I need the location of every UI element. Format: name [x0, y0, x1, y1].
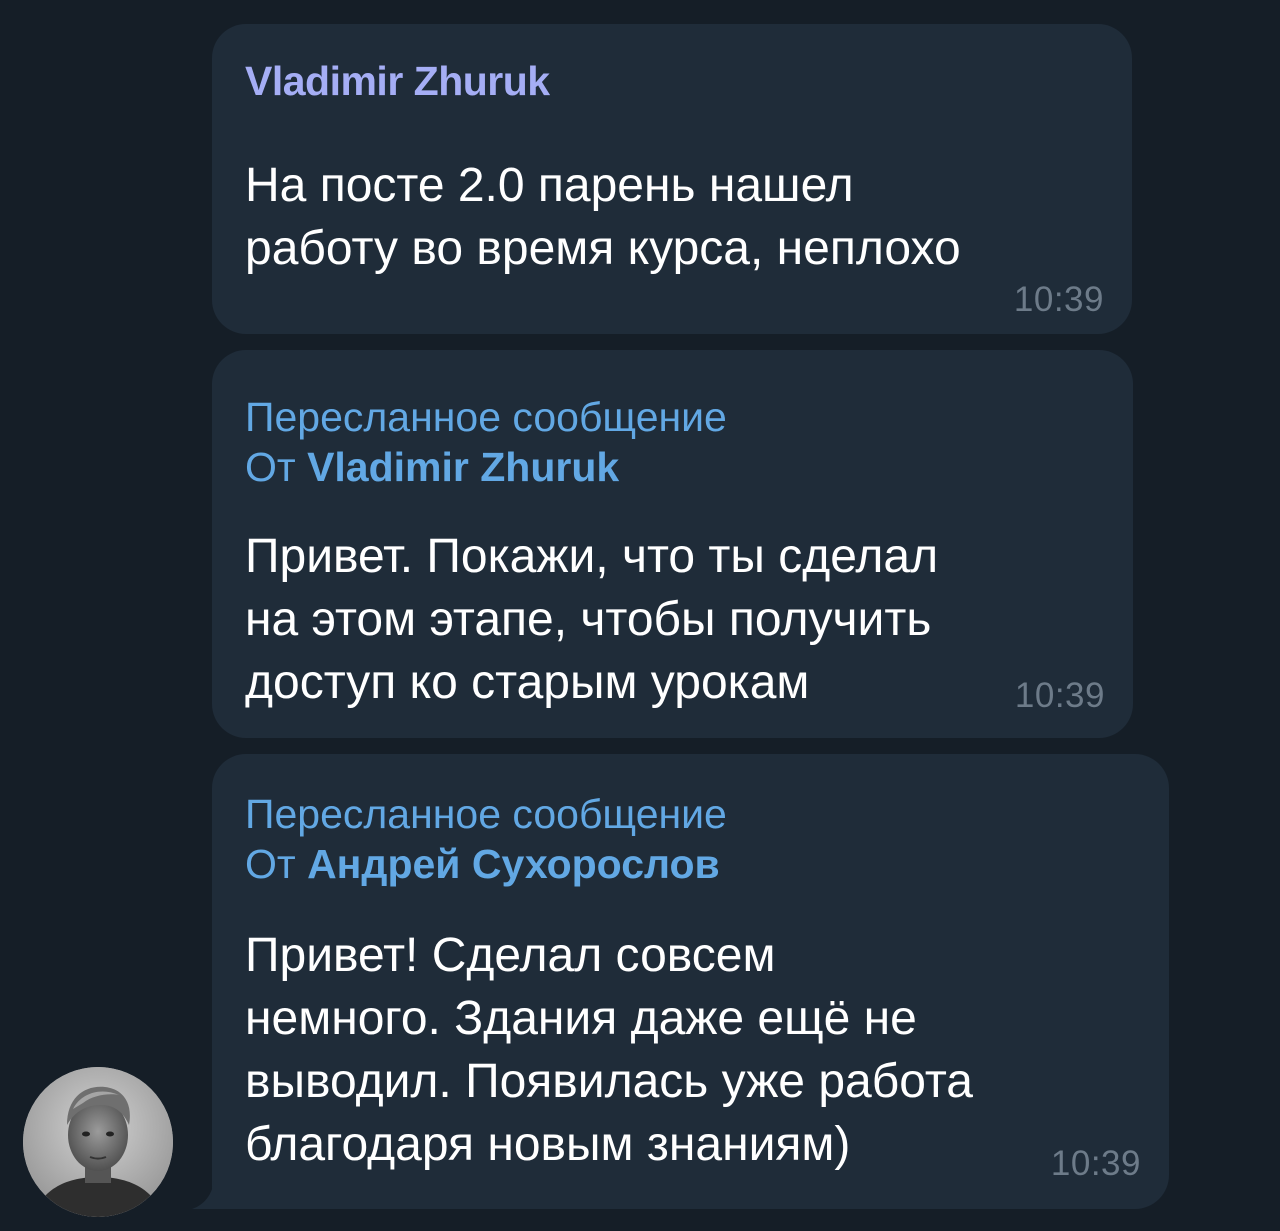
message-time: 10:39: [1014, 676, 1105, 715]
forward-from[interactable]: От Андрей Сухорослов: [245, 839, 727, 889]
message-time: 10:39: [1050, 1144, 1141, 1183]
bubble-tail: [190, 1181, 230, 1209]
forwarded-message-bubble[interactable]: Пересланное сообщение От Андрей Сухоросл…: [212, 754, 1169, 1209]
message-text: Привет! Сделал совсем немного. Здания да…: [245, 924, 973, 1176]
forward-label: Пересланное сообщение: [245, 791, 727, 837]
message-line: Привет! Сделал совсем: [245, 929, 776, 982]
message-line: выводил. Появилась уже работа: [245, 1055, 973, 1108]
message-line: благодаря новым знаниям): [245, 1118, 851, 1171]
message-line: Привет. Покажи, что ты сделал: [245, 530, 939, 583]
forward-from-prefix: От: [245, 444, 308, 490]
forwarded-message-bubble[interactable]: Пересланное сообщение От Vladimir Zhuruk…: [212, 350, 1133, 738]
forward-header: Пересланное сообщение От Vladimir Zhuruk: [245, 392, 727, 492]
forward-label: Пересланное сообщение: [245, 394, 727, 440]
user-avatar-icon[interactable]: [23, 1067, 173, 1217]
forward-from-name[interactable]: Андрей Сухорослов: [307, 841, 720, 887]
forward-from[interactable]: От Vladimir Zhuruk: [245, 442, 727, 492]
forward-from-prefix: От: [245, 841, 308, 887]
sender-name[interactable]: Vladimir Zhuruk: [245, 58, 550, 105]
message-text: Привет. Покажи, что ты сделал на этом эт…: [245, 525, 938, 714]
message-line: доступ ко старым урокам: [245, 656, 810, 709]
message-line: На посте 2.0 парень нашел: [245, 159, 854, 212]
message-line: работу во время курса, неплохо: [245, 222, 961, 275]
forward-from-name[interactable]: Vladimir Zhuruk: [307, 444, 619, 490]
message-time: 10:39: [1013, 280, 1104, 319]
forward-header: Пересланное сообщение От Андрей Сухоросл…: [245, 789, 727, 889]
message-bubble[interactable]: Vladimir Zhuruk На посте 2.0 парень наше…: [212, 24, 1132, 334]
message-line: немного. Здания даже ещё не: [245, 992, 917, 1045]
message-line: на этом этапе, чтобы получить: [245, 593, 932, 646]
message-text: На посте 2.0 парень нашел работу во врем…: [245, 154, 961, 280]
